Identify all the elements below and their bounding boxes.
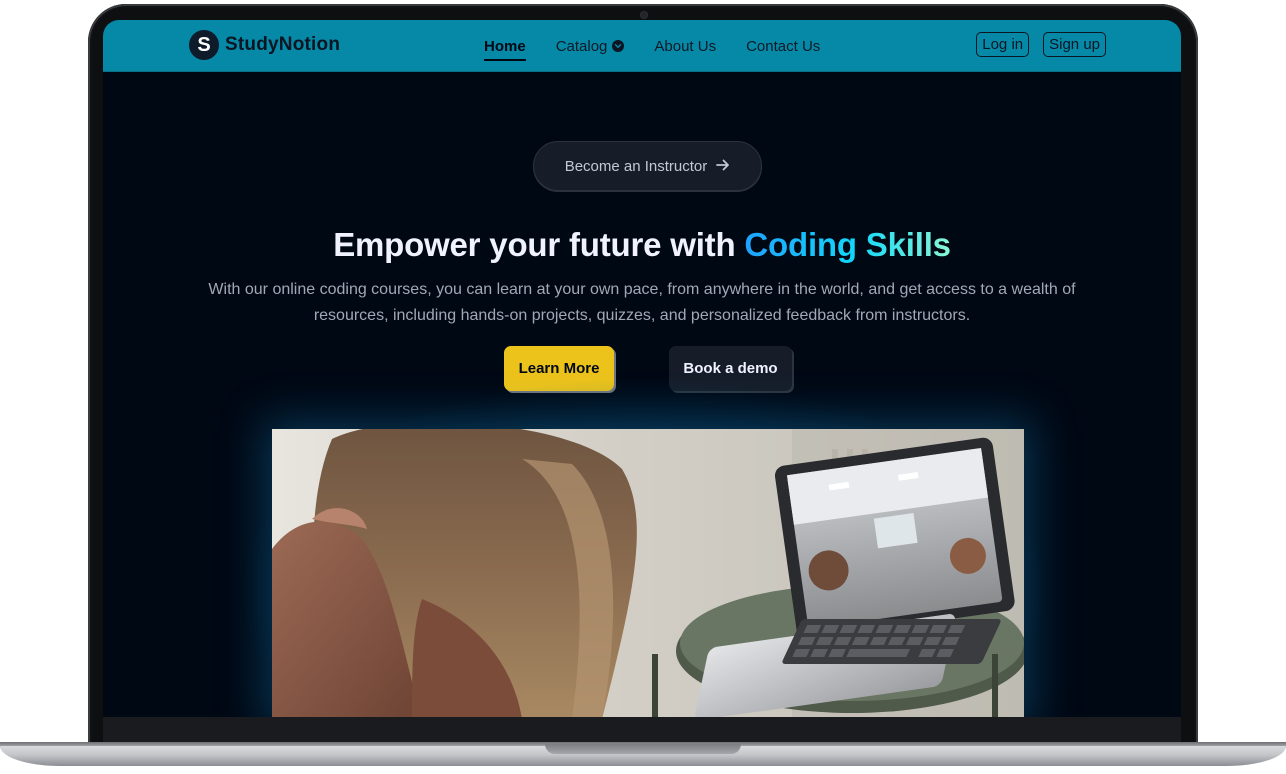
- laptop-notch: [545, 744, 741, 754]
- camera-icon: [641, 12, 647, 18]
- brand-logo[interactable]: S StudyNotion: [189, 30, 340, 60]
- signup-button[interactable]: Sign up: [1043, 32, 1106, 57]
- brand-name: StudyNotion: [225, 34, 341, 55]
- hero-title-prefix: Empower your future with: [333, 226, 745, 263]
- hero-title: Empower your future with Coding Skills: [103, 226, 1181, 264]
- nav-link-home[interactable]: Home: [484, 38, 526, 61]
- navbar: S StudyNotion Home Catalog About Us Cont…: [103, 20, 1181, 72]
- browser-screen: S StudyNotion Home Catalog About Us Cont…: [103, 20, 1181, 717]
- login-button[interactable]: Log in: [976, 32, 1030, 57]
- become-instructor-button[interactable]: Become an Instructor: [533, 141, 762, 191]
- hero-illustration: [272, 429, 1024, 717]
- logo-icon: S: [189, 30, 219, 60]
- hero-video-image: [272, 429, 1024, 717]
- become-instructor-label: Become an Instructor: [564, 157, 708, 175]
- hero-subtitle: With our online coding courses, you can …: [208, 281, 1076, 324]
- nav-link-contact[interactable]: Contact Us: [746, 38, 820, 55]
- auth-buttons: Log in Sign up: [976, 32, 1106, 57]
- chevron-down-icon: [612, 40, 625, 52]
- nav-links: Home Catalog About Us Contact Us: [484, 34, 820, 61]
- arrow-right-icon: [716, 158, 730, 175]
- nav-link-catalog[interactable]: Catalog: [556, 38, 625, 55]
- hero-title-highlight: Coding Skills: [744, 226, 951, 263]
- nav-link-catalog-label: Catalog: [555, 37, 608, 55]
- nav-link-about[interactable]: About Us: [654, 38, 716, 55]
- screen-bottom-bezel: [103, 717, 1181, 745]
- laptop-mockup: S StudyNotion Home Catalog About Us Cont…: [0, 0, 1286, 774]
